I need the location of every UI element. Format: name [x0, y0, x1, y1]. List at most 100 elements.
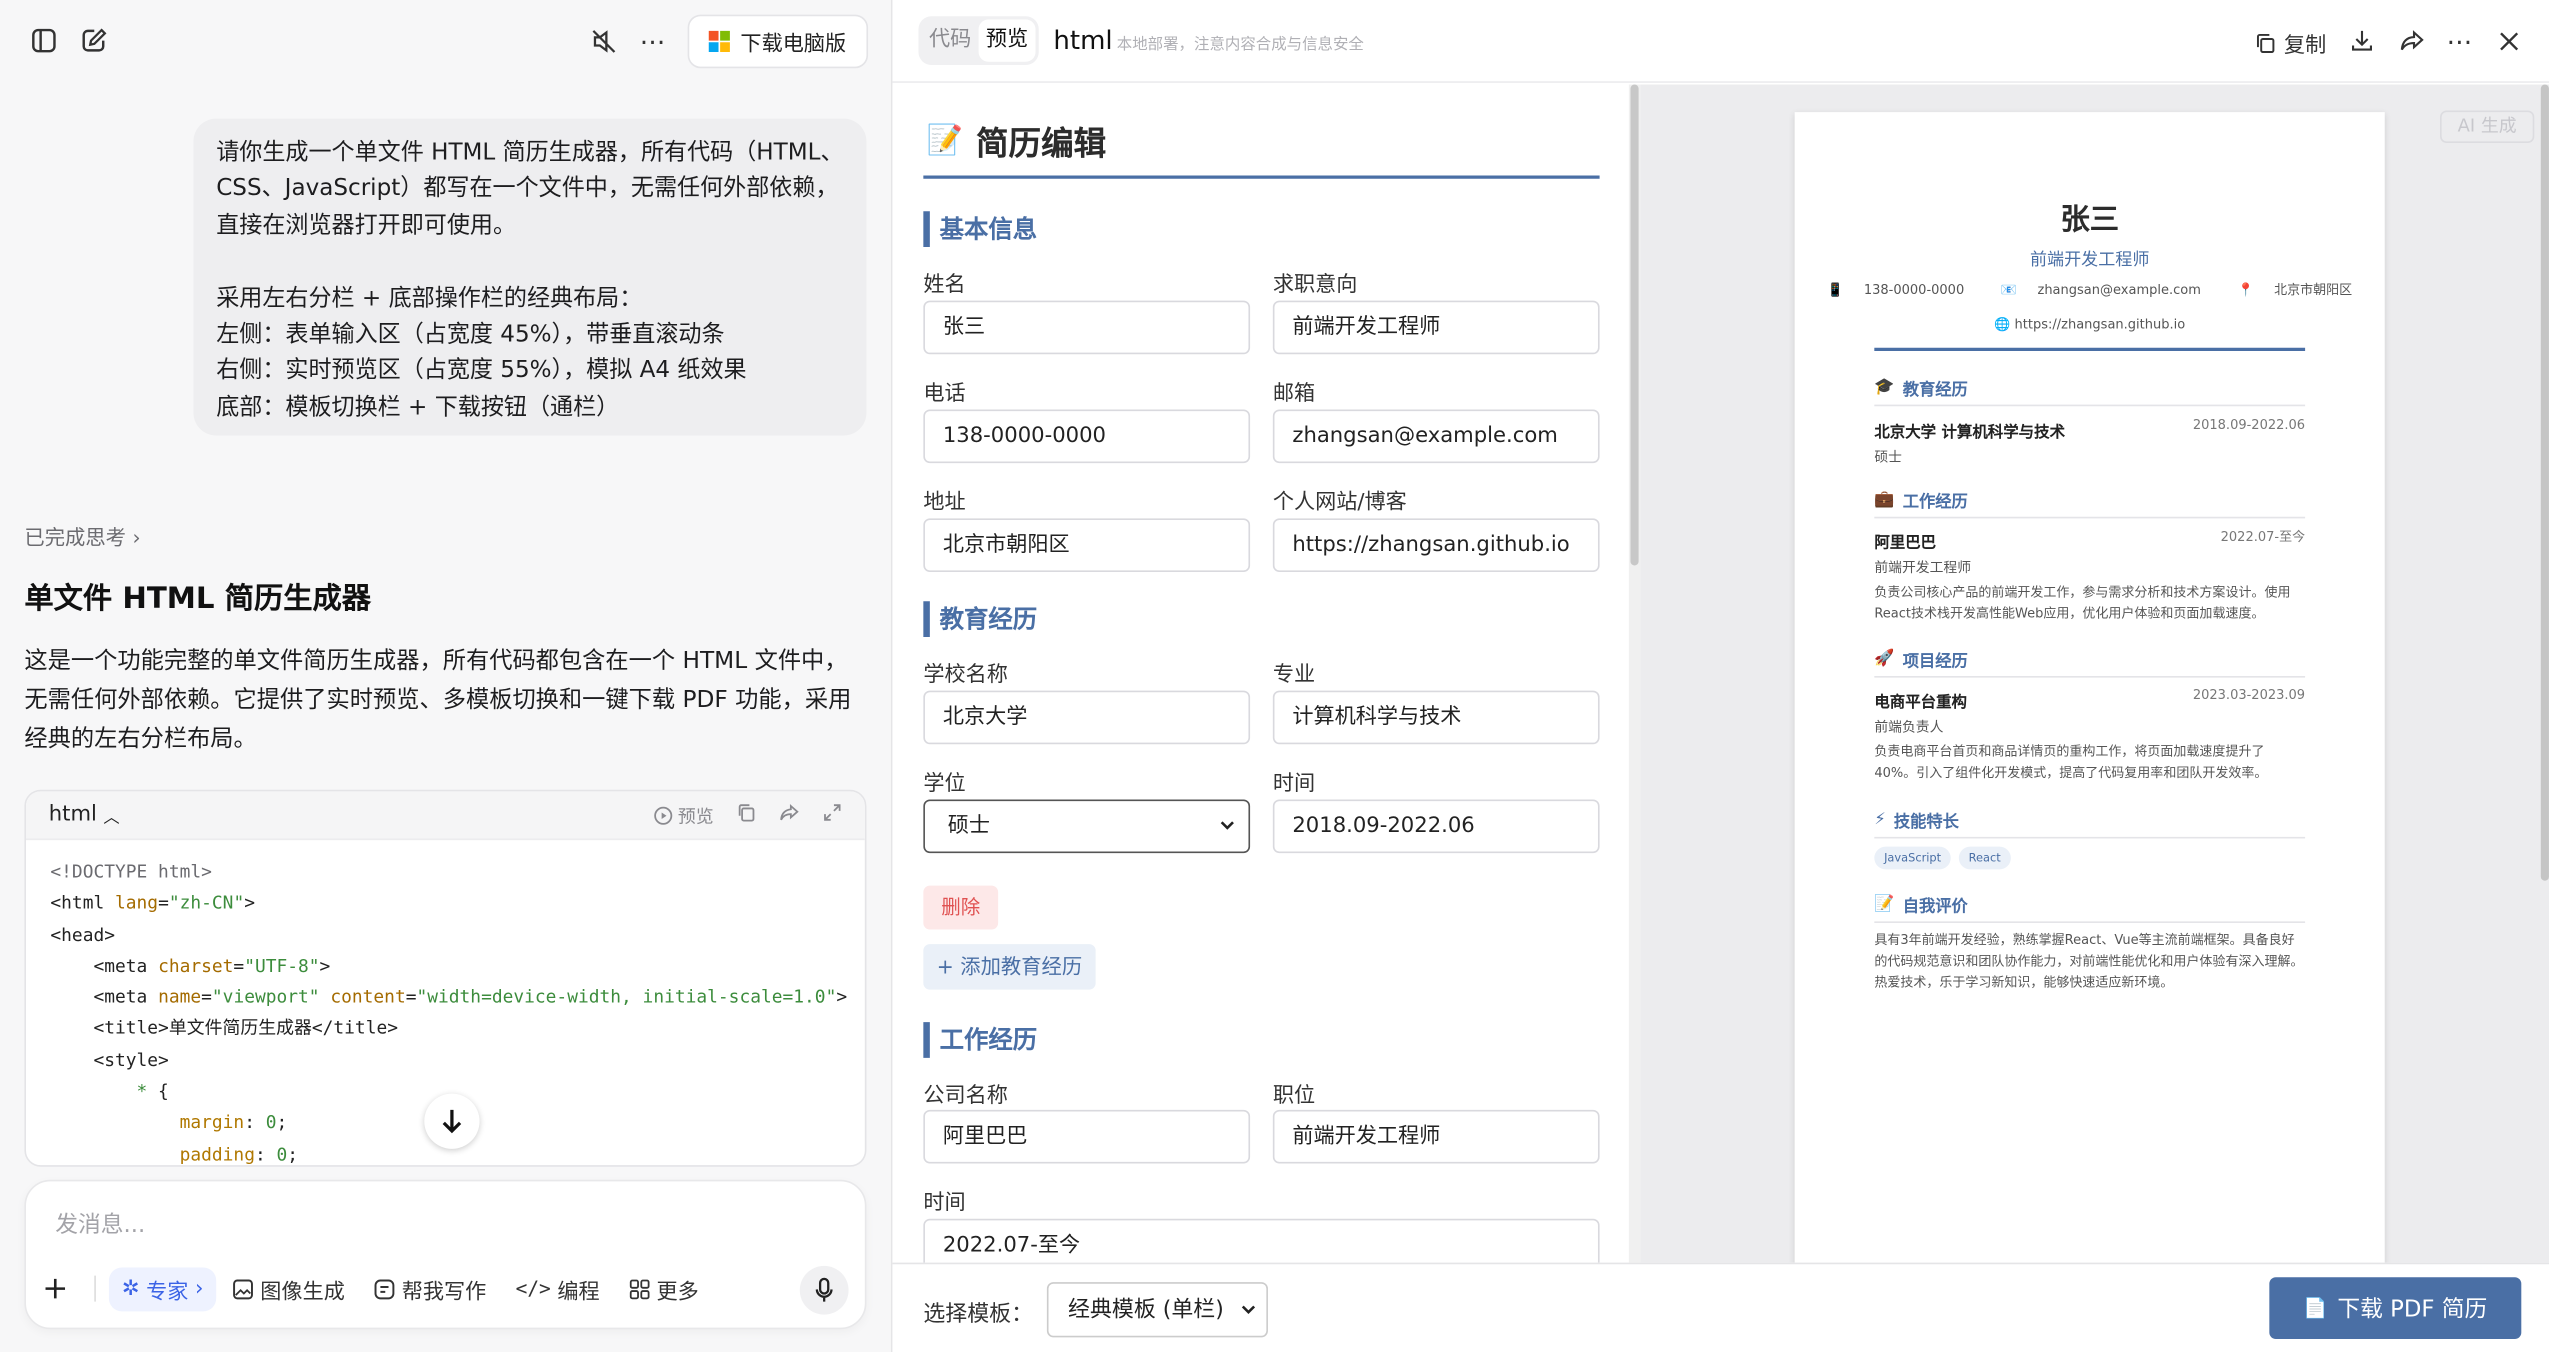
more-options-icon[interactable]: ⋯: [2445, 25, 2474, 56]
mute-icon[interactable]: [588, 26, 617, 55]
name-input[interactable]: 张三: [923, 300, 1251, 355]
resume-preview-area: AI 生成 张三 前端开发工程师 📱 138-0000-0000 📧 zhang…: [1640, 84, 2549, 1263]
preview-section-skills: ⚡ 技能特长: [1874, 808, 2306, 839]
copy-button[interactable]: 复制: [2255, 28, 2327, 59]
website-input[interactable]: https://zhangsan.github.io: [1272, 518, 1600, 572]
bottom-action-bar: 选择模板： 经典模板 (单栏) 📄 下载 PDF 简历: [892, 1262, 2549, 1352]
website-label: 个人网站/博客: [1272, 490, 1407, 516]
preview-email: 📧 zhangsan@example.com: [2000, 282, 2201, 298]
user-message-text: 请你生成一个单文件 HTML 简历生成器，所有代码（HTML、CSS、JavaS…: [216, 139, 844, 421]
share-icon[interactable]: [2398, 28, 2424, 54]
scroll-down-button[interactable]: [424, 1093, 480, 1149]
thinking-label: 已完成思考: [24, 524, 127, 550]
more-options-icon[interactable]: ⋯: [639, 25, 668, 56]
preview-contact: 📱 138-0000-0000 📧 zhangsan@example.com 📍…: [1795, 281, 2385, 299]
form-scrollbar-thumb[interactable]: [1630, 84, 1639, 566]
expert-mode-chip[interactable]: ✲ 专家 ›: [108, 1266, 217, 1311]
company-input[interactable]: 阿里巴巴: [923, 1109, 1251, 1164]
download-pdf-button[interactable]: 📄 下载 PDF 简历: [2269, 1277, 2522, 1339]
phone-input[interactable]: 138-0000-0000: [923, 409, 1251, 464]
copy-code-icon[interactable]: [736, 803, 756, 827]
phone-icon: 📱: [1827, 282, 1844, 298]
collapse-chevron-icon[interactable]: ︿: [103, 803, 119, 827]
preview-work-position: 前端开发工程师: [1874, 560, 1972, 577]
preview-project-date: 2023.03-2023.09: [2192, 687, 2306, 702]
school-label: 学校名称: [923, 663, 1008, 688]
skill-tag: React: [1958, 846, 2011, 870]
preview-scrollbar-thumb[interactable]: [2540, 84, 2549, 881]
position-input[interactable]: 前端开发工程师: [1272, 1109, 1600, 1164]
download-desktop-label: 下载电脑版: [740, 32, 847, 57]
download-desktop-button[interactable]: 下载电脑版: [687, 14, 869, 69]
divider: [94, 1275, 96, 1302]
add-education-button[interactable]: + 添加教育经历: [923, 944, 1096, 990]
lightning-icon: ⚡: [1874, 810, 1886, 829]
new-chat-icon[interactable]: [80, 26, 109, 55]
school-input[interactable]: 北京大学: [923, 690, 1251, 745]
sidebar-toggle-icon[interactable]: [29, 26, 58, 55]
arrow-down-icon: [442, 1109, 462, 1134]
degree-select[interactable]: 硕士: [923, 799, 1251, 854]
ai-generated-badge: AI 生成: [2440, 110, 2535, 143]
form-scrollbar[interactable]: [1628, 84, 1641, 1263]
share-code-icon[interactable]: [779, 803, 800, 827]
writing-chip[interactable]: 帮我写作: [374, 1273, 486, 1304]
preview-section-self: 📝 自我评价: [1874, 892, 2306, 923]
code-line: <title>单文件简历生成器</title>: [50, 1018, 398, 1040]
degree-select-value: 硕士: [947, 814, 991, 839]
major-label: 专业: [1272, 663, 1316, 688]
preview-section-project: 🚀 项目经历: [1874, 647, 2306, 678]
address-label: 地址: [923, 490, 966, 516]
template-select[interactable]: 经典模板 (单栏): [1046, 1282, 1268, 1338]
a4-paper: 张三 前端开发工程师 📱 138-0000-0000 📧 zhangsan@ex…: [1794, 112, 2385, 1263]
preview-header-line: [1874, 347, 2306, 351]
preview-website: 🌐 https://zhangsan.github.io: [1994, 316, 2186, 332]
graduation-cap-icon: 🎓: [1874, 378, 1895, 397]
copy-label: 复制: [2283, 34, 2327, 59]
writing-label: 帮我写作: [401, 1279, 487, 1305]
preview-self-desc: 具有3年前端开发经验，熟练掌握React、Vue等主流前端框架。具备良好的代码规…: [1874, 932, 2304, 990]
artifact-pane: 代码 预览 html 本地部署，注意内容合成与信息安全 复制 ⋯ 📝 简历编辑 …: [890, 0, 2549, 1352]
chevron-right-icon: ›: [194, 1276, 204, 1301]
globe-icon: 🌐: [1994, 316, 2011, 332]
job-input[interactable]: 前端开发工程师: [1272, 300, 1600, 355]
preview-edu-date: 2018.09-2022.06: [2192, 417, 2306, 433]
preview-section-education: 🎓 教育经历: [1874, 375, 2306, 407]
more-chip[interactable]: 更多: [629, 1273, 699, 1304]
phone-label: 电话: [923, 381, 966, 407]
thinking-toggle[interactable]: 已完成思考 ›: [24, 520, 140, 551]
delete-education-button[interactable]: 删除: [923, 885, 999, 930]
microphone-button[interactable]: [799, 1265, 849, 1315]
preview-project-desc: 负责电商平台首页和商品详情页的重构工作，将页面加载速度提升了40%。引入了组件化…: [1874, 744, 2268, 780]
preview-scrollbar[interactable]: [2539, 84, 2549, 1263]
work-time-input[interactable]: 2022.07-至今: [923, 1218, 1600, 1263]
tab-preview[interactable]: 预览: [978, 19, 1036, 62]
preview-name: 张三: [2060, 203, 2119, 238]
attach-plus-icon[interactable]: [42, 1276, 68, 1302]
download-icon[interactable]: [2349, 28, 2375, 54]
chat-pane: ⋯ 下载电脑版 请你生成一个单文件 HTML 简历生成器，所有代码（HTML、C…: [0, 0, 891, 1352]
message-input[interactable]: 发消息...: [55, 1207, 145, 1240]
image-generation-chip[interactable]: 图像生成: [233, 1273, 345, 1304]
tab-code[interactable]: 代码: [922, 20, 979, 62]
memo-icon: 📝: [926, 123, 964, 158]
email-input[interactable]: zhangsan@example.com: [1272, 409, 1600, 464]
edu-time-input[interactable]: 2018.09-2022.06: [1272, 799, 1600, 854]
atom-icon: ✲: [121, 1276, 140, 1301]
close-icon[interactable]: [2494, 26, 2523, 55]
preview-edu-degree: 硕士: [1874, 450, 1902, 467]
section-basic-info: 基本信息: [923, 211, 1037, 247]
email-label: 邮箱: [1272, 381, 1316, 407]
expand-icon[interactable]: [823, 803, 843, 827]
document-icon: 📄: [2303, 1296, 2328, 1320]
app-window: ⋯ 下载电脑版 请你生成一个单文件 HTML 简历生成器，所有代码（HTML、C…: [0, 0, 2549, 1352]
work-time-label: 时间: [923, 1191, 966, 1216]
coding-chip[interactable]: </> 编程: [516, 1273, 600, 1304]
chevron-down-icon: [1219, 801, 1235, 871]
preview-code-button[interactable]: 预览: [653, 802, 714, 828]
major-input[interactable]: 计算机科学与技术: [1272, 690, 1600, 745]
code-line: <!DOCTYPE html>: [50, 861, 212, 883]
address-input[interactable]: 北京市朝阳区: [923, 518, 1251, 572]
microphone-icon: [815, 1277, 833, 1302]
preview-work-company: 阿里巴巴: [1874, 534, 1937, 553]
